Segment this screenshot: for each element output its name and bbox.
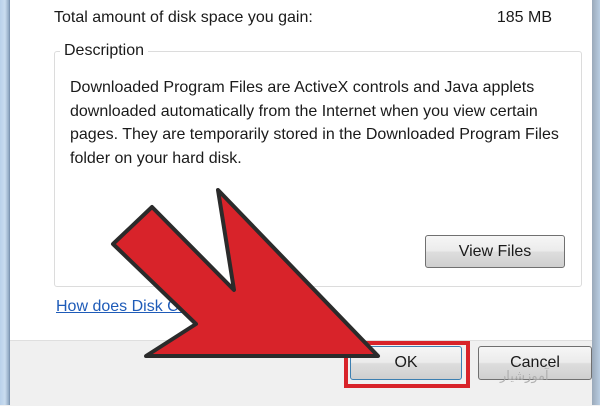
description-text: Downloaded Program Files are ActiveX con…: [70, 79, 559, 167]
ok-button[interactable]: OK: [350, 346, 462, 380]
view-files-button[interactable]: View Files: [425, 235, 565, 268]
disk-space-gain-value: 185 MB: [496, 9, 552, 26]
window-right-frame: [592, 0, 600, 405]
description-caption: Description: [60, 42, 149, 60]
disk-cleanup-help-link[interactable]: How does Disk Clea: [56, 298, 200, 316]
dialog-client-area: Total amount of disk space you gain: 185…: [10, 0, 592, 340]
watermark-logo: آموزشیار: [500, 368, 549, 383]
disk-space-gain-label: Total amount of disk space you gain:: [54, 9, 313, 26]
window-left-frame: [0, 0, 10, 405]
